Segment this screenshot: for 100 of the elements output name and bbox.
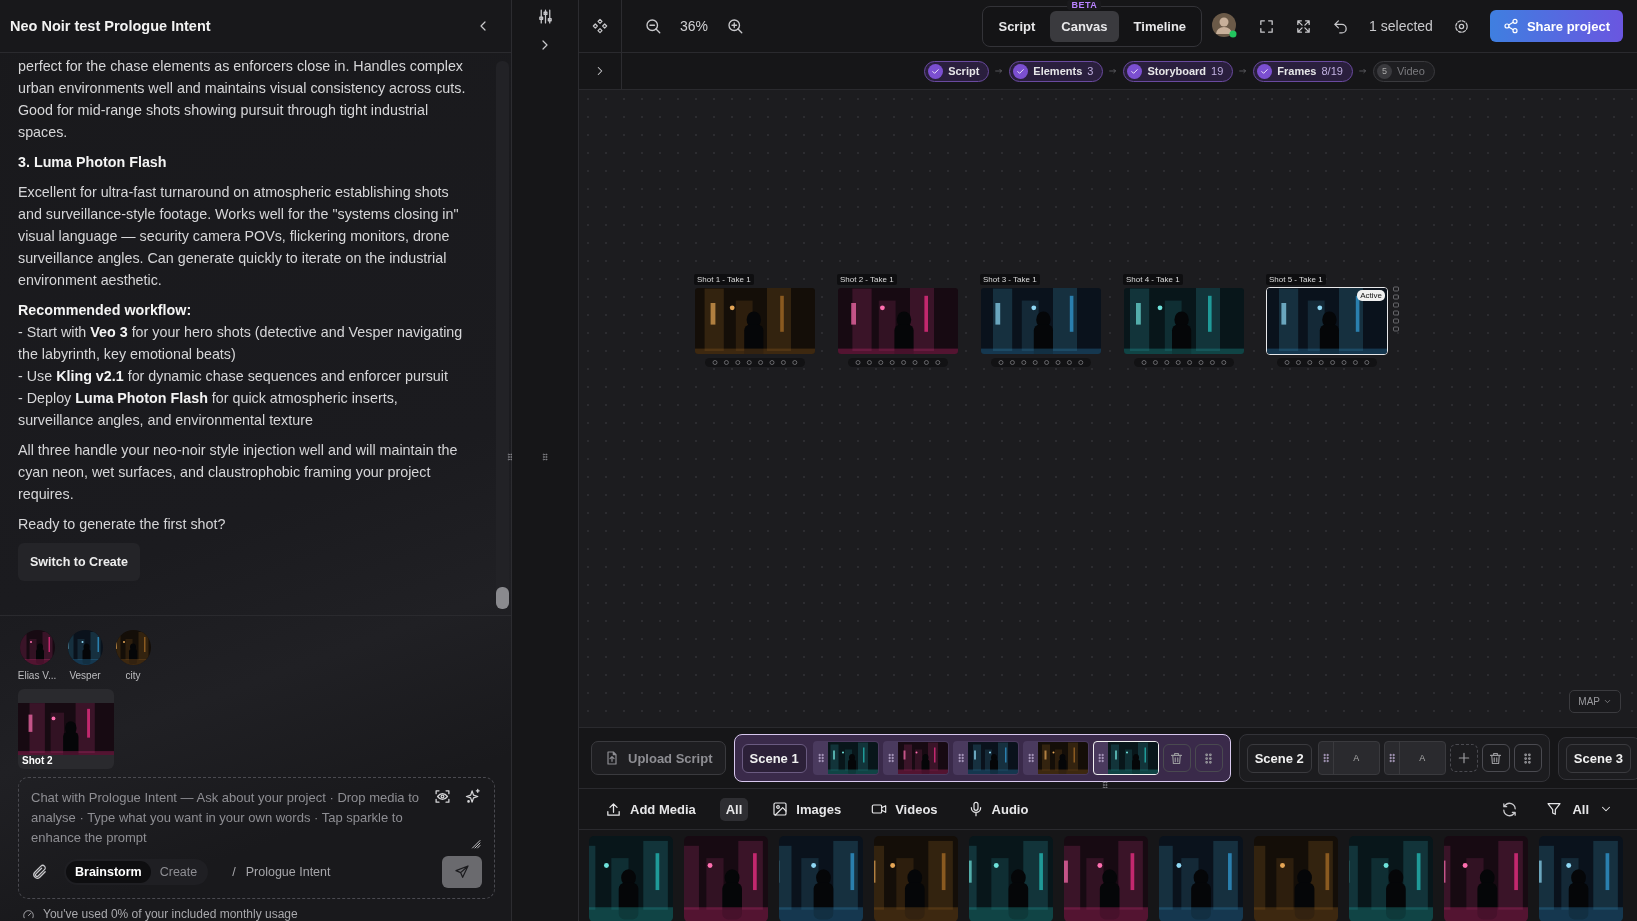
send-button[interactable] xyxy=(442,856,482,888)
refresh-icon xyxy=(1501,800,1519,818)
usage-text: You've used 0% of your included monthly usage xyxy=(43,907,298,921)
attach-button[interactable] xyxy=(31,863,48,881)
pipeline-step[interactable]: Elements 3 xyxy=(1009,60,1104,82)
filter-tab[interactable]: Images xyxy=(766,797,848,821)
scene-group[interactable]: Scene 2 A A xyxy=(1238,734,1550,782)
scene-label[interactable]: Scene 2 xyxy=(1246,743,1312,773)
message-text: - Start with Veo 3 for your hero shots (detective and Vesper navigating the labyrinth, key emotional beats) xyxy=(18,323,464,364)
settings-button[interactable] xyxy=(1452,17,1470,35)
filter-icon xyxy=(1546,801,1563,817)
shot-card[interactable]: Shot 2 xyxy=(18,689,114,769)
undo-button[interactable] xyxy=(1332,17,1350,35)
add-media-button[interactable]: Add Media xyxy=(599,796,702,822)
scene-label[interactable]: Scene 3 xyxy=(1565,743,1631,773)
clip[interactable] xyxy=(1092,741,1159,775)
trash-icon xyxy=(1488,750,1504,766)
gauge-icon xyxy=(22,907,35,921)
trash-icon xyxy=(1169,750,1185,766)
delete-button[interactable] xyxy=(1481,744,1510,772)
zoom-out-icon xyxy=(644,17,662,35)
beta-badge: BETA xyxy=(1067,0,1102,10)
message-text: Ready to generate the first shot? xyxy=(18,515,227,534)
clip[interactable] xyxy=(882,741,949,775)
scan-icon xyxy=(434,788,451,805)
filter-tab[interactable]: Videos xyxy=(865,797,944,821)
filter-tab[interactable]: Audio xyxy=(961,797,1035,821)
message-text: perfect for the chase elements as enforcers close in. Handles complex urban environments well and maintains visual consistency across cuts. Good for mid-range shots showing pursuit through tight industrial spaces. xyxy=(18,57,466,142)
nodes-button[interactable] xyxy=(592,18,608,34)
arrow-icon xyxy=(994,66,1005,76)
pipeline-step[interactable]: Storyboard 19 xyxy=(1123,60,1234,82)
zoom-in-icon xyxy=(726,17,745,35)
reference-name: Elias V... xyxy=(17,670,57,681)
view-tab[interactable]: Canvas xyxy=(1050,10,1119,42)
zoom-level: 36% xyxy=(680,18,709,34)
frame-label: Shot 5 - Take 1 xyxy=(1266,274,1326,285)
sliders-icon xyxy=(536,8,554,25)
fit-button[interactable] xyxy=(1295,17,1313,35)
arrow-icon xyxy=(1238,66,1249,76)
mode-tab[interactable]: Create xyxy=(150,861,207,883)
pipeline-step[interactable]: Frames 8/19 xyxy=(1253,60,1353,82)
active-badge: Active xyxy=(1357,290,1385,301)
mode-tab[interactable]: Brainstorm xyxy=(66,861,151,883)
switch-button[interactable]: Switch to Create xyxy=(18,543,140,581)
sparkle-icon xyxy=(465,788,482,805)
upload-script-button[interactable]: Upload Script xyxy=(591,741,726,775)
fullscreen-button[interactable] xyxy=(1258,17,1276,35)
frame-label: Shot 4 - Take 1 xyxy=(1123,274,1183,285)
frame-label: Shot 2 - Take 1 xyxy=(837,274,897,285)
chat-input[interactable]: Chat with Prologue Intent — Ask about your project · Drop media to analyse · Type what you want in your own words · Tap sparkle to enhance the prompt xyxy=(31,788,426,850)
scene-label[interactable]: Scene 1 xyxy=(741,743,807,773)
arrow-icon xyxy=(1108,66,1119,76)
filter-tab[interactable]: All xyxy=(719,797,749,821)
separator-slash: / xyxy=(232,865,236,879)
message-text: All three handle your neo-noir style injection well and will maintain the cyan neon, wet surfaces, and claustrophobic framing your project requires. xyxy=(18,441,459,504)
clip[interactable] xyxy=(952,741,1019,775)
zoom-in-button[interactable] xyxy=(726,17,745,35)
map-button[interactable]: MAP xyxy=(1569,690,1621,713)
avatar-icon[interactable] xyxy=(1212,13,1239,39)
pipeline-step[interactable]: Script xyxy=(924,60,990,82)
frame-label: Shot 1 - Take 1 xyxy=(694,274,754,285)
view-tab[interactable]: Script xyxy=(987,10,1047,42)
file-upload-icon xyxy=(604,750,620,766)
step-number: 5 xyxy=(1376,63,1392,79)
upload-icon xyxy=(605,800,622,818)
pipeline-step[interactable]: 5 Video xyxy=(1372,60,1435,82)
add-clip-button[interactable] xyxy=(1449,744,1478,772)
scene-group[interactable]: Scene 1 xyxy=(733,734,1231,782)
video-camera-icon xyxy=(871,801,888,817)
drag-button[interactable] xyxy=(1194,744,1223,772)
view-tab[interactable]: Timeline xyxy=(1122,10,1198,42)
share-button[interactable]: Share project xyxy=(1489,10,1623,42)
chat-title: Neo Noir test Prologue Intent xyxy=(10,18,211,34)
empty-clip[interactable]: A xyxy=(1317,741,1380,775)
fullscreen-icon xyxy=(1258,17,1276,35)
empty-clip[interactable]: A xyxy=(1383,741,1446,775)
clip[interactable] xyxy=(812,741,879,775)
message-text: Excellent for ultra-fast turnaround on atmospheric establishing shots and surveillance-style footage. Works well for the "systems closing in" visual language — security camera POVs, flickering monitors, drone surveillance angles. Can generate quickly to iterate on the industrial environment aesthetic. xyxy=(18,183,460,290)
paperclip-icon xyxy=(31,863,48,881)
filter-dropdown[interactable]: All xyxy=(1540,797,1619,821)
refresh-button[interactable] xyxy=(1501,800,1519,818)
delete-button[interactable] xyxy=(1162,744,1191,772)
adjust-button[interactable] xyxy=(536,8,554,25)
send-icon xyxy=(454,864,470,880)
chat-input-field[interactable]: Chat with Prologue Intent — Ask about your project · Drop media to analyse · Type what you want in your own words · Tap sparkle to enhance the prompt Brainstorm Create / Prologue Intent xyxy=(18,777,495,899)
message-heading: Recommended workflow: xyxy=(18,301,193,320)
drag-handle-icon xyxy=(505,452,515,462)
message-text: - Use Kling v2.1 for dynamic chase sequences and enforcer pursuit xyxy=(18,367,449,386)
clip[interactable] xyxy=(1022,741,1089,775)
settings-icon xyxy=(1452,17,1470,35)
scene-group[interactable]: Scene 3 xyxy=(1557,736,1637,780)
scrollbar[interactable] xyxy=(496,61,509,609)
diamonds-icon xyxy=(592,18,608,34)
side-toolbar-drawing xyxy=(1392,284,1400,334)
drag-handle-icon xyxy=(540,452,550,462)
undo-icon xyxy=(1332,17,1350,35)
zoom-out-button[interactable] xyxy=(644,17,662,35)
drag-button[interactable] xyxy=(1513,744,1542,772)
reference-name: city xyxy=(125,670,141,681)
resize-handle-icon xyxy=(1100,780,1110,788)
